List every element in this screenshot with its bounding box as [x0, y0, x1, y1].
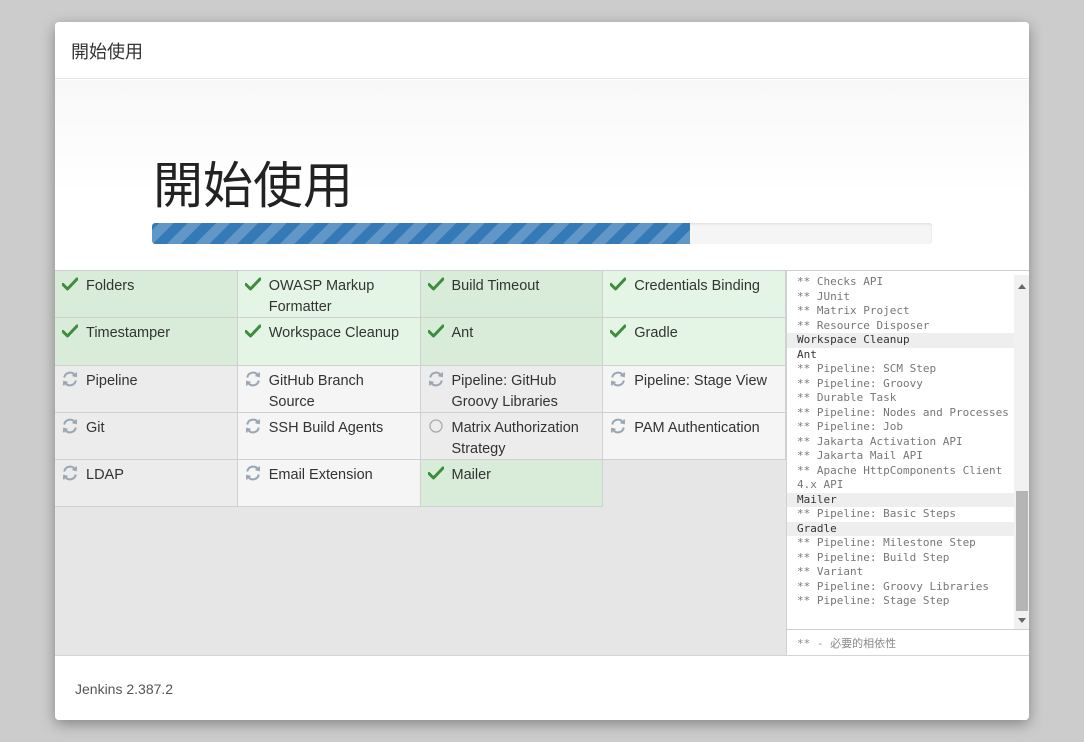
circle-icon — [427, 417, 445, 435]
plugin-item: Ant — [420, 318, 604, 366]
log-dependency-line: ** Apache HttpComponents Client 4.x API — [797, 463, 1009, 492]
log-dependency-line: ** Pipeline: Groovy — [797, 376, 923, 390]
plugin-item: Gradle — [603, 318, 786, 366]
plugin-name: GitHub Branch Source — [268, 372, 364, 410]
plugin-item: Mailer — [420, 460, 604, 508]
plugin-name: Pipeline — [86, 372, 138, 389]
dialog-header: 開始使用 — [55, 22, 1029, 79]
install-content: Folders OWASP Markup Formatter Build Timeo… — [55, 270, 1029, 656]
log-dependency-line: ** Matrix Project — [797, 304, 910, 317]
plugin-item: Matrix Authorization Strategy — [420, 412, 604, 461]
log-dependency-line: ** Pipeline: Milestone Step — [797, 536, 976, 549]
plugin-name: Git — [86, 419, 105, 436]
scrollbar-thumb[interactable] — [1016, 491, 1028, 611]
log-dependency-line: ** Pipeline: Stage Step — [797, 594, 950, 607]
plugin-item: Workspace Cleanup — [237, 318, 421, 366]
plugin-item: PAM Authentication — [603, 412, 786, 461]
check-icon — [427, 322, 445, 340]
page-title: 開始使用 — [153, 157, 353, 215]
plugin-item: Build Timeout — [420, 271, 604, 319]
plugin-item: SSH Build Agents — [237, 412, 421, 461]
plugin-name: OWASP Markup Formatter — [268, 278, 375, 315]
log-dependency-line: ** Jakarta Mail API — [797, 449, 923, 462]
plugin-name: Credentials Binding — [634, 278, 760, 294]
log-dependency-line: ** Pipeline: Nodes and Processes — [797, 405, 1009, 419]
plugin-item: Timestamper — [55, 318, 238, 366]
plugin-name: Matrix Authorization Strategy — [451, 419, 579, 457]
plugin-name: Gradle — [634, 325, 678, 342]
check-icon — [61, 275, 79, 293]
log-plugin-line: Gradle — [787, 521, 1014, 536]
plugin-name: Pipeline: Stage View — [634, 372, 767, 389]
log-dependency-line: ** Durable Task — [797, 391, 897, 404]
plugin-item: Git — [55, 412, 238, 461]
setup-dialog: 開始使用 開始使用 Folders OWASP Markup Formatter B… — [55, 22, 1029, 720]
log-dependency-line: ** Jakarta Activation API — [797, 434, 963, 448]
log-dependency-line: ** Pipeline: SCM Step — [797, 362, 937, 375]
install-log-panel: ** Checks API ** JUnit ** Matrix Project **… — [786, 271, 1029, 656]
check-icon — [244, 322, 262, 340]
refresh-icon — [427, 370, 445, 388]
log-dependency-line: ** Pipeline: Groovy Libraries — [797, 579, 990, 593]
refresh-icon — [61, 417, 79, 435]
check-icon — [427, 275, 445, 293]
log-dependency-line: ** Variant — [797, 565, 864, 578]
plugin-name: Timestamper — [86, 325, 171, 342]
refresh-icon — [61, 370, 79, 388]
plugin-name: Pipeline: GitHub Groovy Libraries — [451, 372, 558, 410]
plugin-item: Pipeline: GitHub Groovy Libraries — [420, 365, 604, 413]
log-dependency-line: ** JUnit — [797, 289, 850, 303]
plugin-name: Workspace Cleanup — [268, 325, 400, 342]
refresh-icon — [61, 464, 79, 482]
log-plugin-line: Workspace Cleanup — [787, 333, 1014, 348]
plugin-name: Build Timeout — [451, 278, 540, 294]
log-dependency-line: ** Pipeline: Job — [797, 420, 903, 433]
check-icon — [244, 275, 262, 293]
log-plugin-line: Mailer — [787, 492, 1014, 507]
dialog-footer: Jenkins 2.387.2 — [55, 655, 1029, 720]
plugin-name: LDAP — [86, 467, 124, 484]
install-log[interactable]: ** Checks API ** JUnit ** Matrix Project **… — [787, 275, 1014, 629]
scroll-down-icon[interactable] — [1018, 618, 1026, 623]
plugin-item: OWASP Markup Formatter — [237, 271, 421, 319]
refresh-icon — [609, 417, 627, 435]
log-plugin-line: Ant — [797, 347, 817, 361]
plugin-name: SSH Build Agents — [268, 419, 384, 436]
plugin-item: GitHub Branch Source — [237, 365, 421, 413]
log-dependency-line: ** Resource Disposer — [797, 318, 930, 332]
refresh-icon — [609, 370, 627, 388]
scroll-up-icon[interactable] — [1018, 284, 1026, 289]
plugin-item: LDAP — [55, 460, 238, 508]
log-dependency-line: ** Checks API — [797, 275, 884, 288]
plugin-name: Mailer — [451, 467, 491, 484]
version-label: Jenkins 2.387.2 — [75, 681, 174, 697]
check-icon — [609, 275, 627, 293]
refresh-icon — [244, 370, 262, 388]
refresh-icon — [244, 464, 262, 482]
install-progress-bar — [152, 223, 691, 244]
plugin-item: Pipeline: Stage View — [603, 365, 786, 413]
log-dependency-line: ** Pipeline: Build Step — [797, 550, 950, 564]
check-icon — [61, 322, 79, 340]
check-icon — [427, 464, 445, 482]
plugin-name: PAM Authentication — [634, 419, 760, 436]
plugin-name: Ant — [451, 325, 474, 342]
dialog-title: 開始使用 — [71, 42, 143, 63]
log-scrollbar[interactable] — [1014, 275, 1029, 629]
log-legend: ** - 必要的相依性 — [787, 629, 1029, 656]
install-progress — [152, 223, 932, 244]
plugin-name: Folders — [86, 278, 135, 294]
check-icon — [609, 322, 627, 340]
log-dependency-line: ** Pipeline: Basic Steps — [797, 507, 956, 520]
plugin-name: Email Extension — [268, 467, 373, 484]
plugin-item: Pipeline — [55, 365, 238, 413]
hero-panel: 開始使用 — [55, 80, 1029, 270]
plugin-item: Folders — [55, 271, 238, 319]
plugin-item: Email Extension — [237, 460, 421, 508]
plugin-item: Credentials Binding — [603, 271, 786, 319]
refresh-icon — [244, 417, 262, 435]
